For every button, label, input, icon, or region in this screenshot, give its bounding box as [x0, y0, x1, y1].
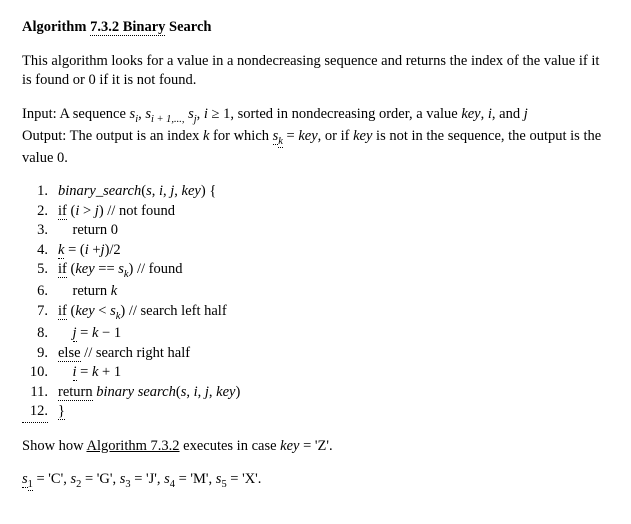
l11d: ) — [235, 384, 240, 400]
l7-key: key — [75, 303, 94, 319]
line-9: 9.else // search right half — [22, 344, 609, 364]
s5v: = 'X'. — [227, 471, 262, 487]
kw-if: if — [58, 203, 67, 220]
input-label: Input: — [22, 106, 59, 122]
l5d: ) // found — [129, 261, 183, 277]
l11-key: key — [216, 384, 235, 400]
s3v: = 'J', — [131, 471, 165, 487]
var-sj-sub: j — [194, 114, 197, 125]
kw-if7: if — [58, 303, 67, 320]
output-a: The output is an index — [70, 128, 203, 144]
title-prefix: Algorithm — [22, 19, 90, 35]
l12: } — [58, 403, 65, 420]
l1c: ) { — [201, 183, 216, 199]
line-12: 12.} — [22, 402, 609, 423]
l10b: + 1 — [98, 364, 121, 380]
var-sip1-sub: i + 1,..., — [151, 114, 184, 125]
eq1: = — [283, 128, 298, 144]
output-c: , or if — [318, 128, 353, 144]
var-key1: key — [461, 106, 480, 122]
line-2: 2.if (i > j) // not found — [22, 202, 609, 222]
line-7: 7.if (key < sk) // search left half — [22, 302, 609, 324]
l4-i: i — [85, 242, 89, 258]
kw-else: else — [58, 345, 81, 362]
s2v: = 'G', — [81, 471, 119, 487]
kw-return: return — [58, 384, 93, 401]
show-b: executes in case — [180, 438, 281, 454]
input-text-b: , sorted in nondecreasing order, a value — [230, 106, 461, 122]
line-6: 6. return k — [22, 282, 609, 302]
l4a: = ( — [64, 242, 84, 258]
p-j: j — [170, 183, 174, 199]
assignments: s1 = 'C', s2 = 'G', s3 = 'J', s4 = 'M', … — [22, 470, 609, 492]
title-suffix: Search — [165, 19, 211, 35]
line-1: 1.binary_search(s, i, j, key) { — [22, 182, 609, 202]
line-10: 10. i = k + 1 — [22, 363, 609, 383]
fn-name: binary_search — [58, 183, 141, 199]
l8b: − 1 — [98, 325, 121, 341]
kw-if5: if — [58, 261, 67, 278]
l2-gt: > — [79, 203, 94, 219]
l11-s: s — [181, 384, 187, 400]
l4b: )/2 — [105, 242, 121, 258]
p-s: s — [146, 183, 152, 199]
comma2: , — [481, 106, 488, 122]
l2c: ) // not found — [99, 203, 175, 219]
l7d: ) // search left half — [120, 303, 226, 319]
var-key2: key — [298, 128, 317, 144]
line-3: 3. return 0 — [22, 221, 609, 241]
show-c: = 'Z'. — [299, 438, 332, 454]
show-a: Show how — [22, 438, 86, 454]
output-b: for which — [209, 128, 272, 144]
input-text-c: , and — [492, 106, 524, 122]
input-output: Input: A sequence si, si + 1,..., sj, i … — [22, 105, 609, 169]
l8a: = — [77, 325, 92, 341]
line-11: 11.return binary search(s, i, j, key) — [22, 383, 609, 403]
var-key3: key — [353, 128, 372, 144]
l7c: < — [95, 303, 110, 319]
l3: return 0 — [58, 222, 118, 238]
line-5: 5.if (key == sk) // found — [22, 260, 609, 282]
p-i: i — [159, 183, 163, 199]
s1v: = 'C', — [33, 471, 71, 487]
input-text-a: A sequence — [59, 106, 129, 122]
l10a: = — [77, 364, 92, 380]
line-8: 8. j = k − 1 — [22, 324, 609, 344]
pseudocode: 1.binary_search(s, i, j, key) { 2.if (i … — [22, 182, 609, 423]
l9b: // search right half — [81, 345, 191, 361]
l5-key: key — [75, 261, 94, 277]
l11-i: i — [194, 384, 198, 400]
s1l: s — [22, 471, 28, 488]
ge1: ≥ 1 — [208, 106, 230, 122]
title-number: 7.3.2 Binary — [90, 19, 165, 36]
show-key: key — [280, 438, 299, 454]
algorithm-title: Algorithm 7.3.2 Binary Search — [22, 18, 609, 38]
output-label: Output: — [22, 128, 70, 144]
description: This algorithm looks for a value in a no… — [22, 52, 609, 91]
l6-k: k — [111, 283, 117, 299]
p-key: key — [182, 183, 201, 199]
line-4: 4.k = (i +j)/2 — [22, 241, 609, 261]
l11-j: j — [205, 384, 209, 400]
l6: return — [58, 283, 111, 299]
exercise-prompt: Show how Algorithm 7.3.2 executes in cas… — [22, 437, 609, 457]
algorithm-link: Algorithm 7.3.2 — [86, 438, 179, 454]
var-j1: j — [524, 106, 528, 122]
l11b: binary search — [93, 384, 176, 400]
s4v: = 'M', — [175, 471, 216, 487]
l5c: == — [95, 261, 119, 277]
